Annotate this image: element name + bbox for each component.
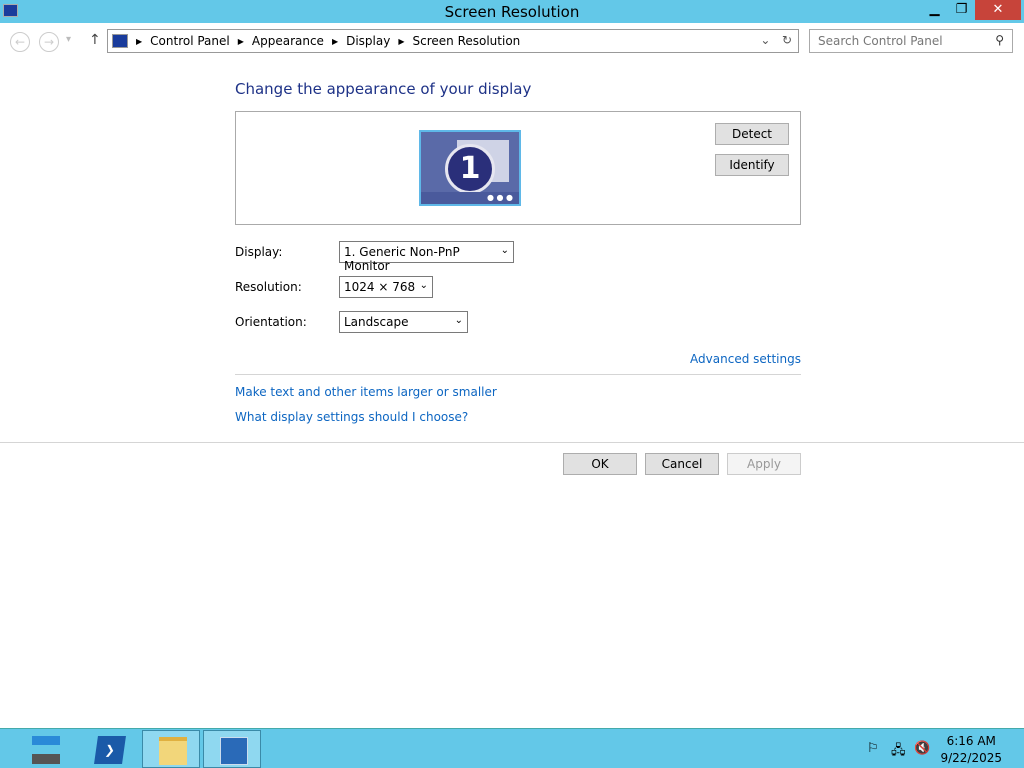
chevron-right-icon: ▶: [398, 36, 405, 46]
recent-locations-button[interactable]: ▾: [66, 34, 71, 45]
powershell-icon: ❯: [94, 736, 126, 764]
chevron-down-icon: ⌄: [500, 245, 509, 256]
chevron-down-icon: ⌄: [454, 315, 463, 326]
control-panel-icon: [220, 737, 248, 765]
identify-button[interactable]: Identify: [715, 154, 789, 176]
breadcrumb-screen-resolution[interactable]: Screen Resolution: [413, 34, 521, 48]
search-icon[interactable]: ⚲: [995, 33, 1004, 47]
divider: [235, 374, 801, 375]
control-panel-taskbar-button[interactable]: [203, 730, 261, 768]
clock[interactable]: 6:16 AM 9/22/2025: [940, 733, 1002, 767]
apply-button[interactable]: Apply: [727, 453, 801, 475]
cancel-button[interactable]: Cancel: [645, 453, 719, 475]
search-placeholder: Search Control Panel: [818, 34, 943, 48]
breadcrumb-display[interactable]: Display: [346, 34, 390, 48]
title-bar: Screen Resolution ▁ ❐ ✕: [0, 0, 1024, 23]
display-preview: 1 ● ● ● Detect Identify: [235, 111, 801, 225]
control-panel-icon: [112, 34, 128, 48]
navigation-bar: ← → ▾ ↑ ▶ Control Panel ▶ Appearance ▶ D…: [0, 28, 1024, 54]
orientation-select[interactable]: Landscape ⌄: [339, 311, 468, 333]
resolution-label: Resolution:: [235, 280, 302, 294]
file-explorer-button[interactable]: [142, 730, 200, 768]
address-dropdown-icon[interactable]: ⌄: [760, 33, 770, 47]
powershell-button[interactable]: ❯: [80, 730, 138, 768]
monitor-1-icon[interactable]: 1 ● ● ●: [419, 130, 521, 206]
server-manager-icon: [32, 736, 60, 764]
date: 9/22/2025: [940, 751, 1002, 765]
resolution-value: 1024 × 768: [344, 280, 416, 294]
restore-button[interactable]: ❐: [948, 0, 975, 20]
forward-button[interactable]: →: [39, 32, 59, 52]
chevron-right-icon: ▶: [136, 36, 143, 46]
chevron-right-icon: ▶: [331, 36, 339, 46]
orientation-value: Landscape: [344, 315, 409, 329]
back-button[interactable]: ←: [10, 32, 30, 52]
window-title: Screen Resolution: [444, 3, 580, 21]
display-label: Display:: [235, 245, 283, 259]
divider: [0, 442, 1024, 443]
time: 6:16 AM: [946, 734, 996, 748]
up-button[interactable]: ↑: [89, 32, 101, 48]
search-input[interactable]: Search Control Panel ⚲: [809, 29, 1013, 53]
page-title: Change the appearance of your display: [235, 80, 532, 98]
folder-icon: [159, 737, 187, 765]
volume-muted-icon[interactable]: 🔇: [914, 741, 930, 756]
address-bar[interactable]: ▶ Control Panel ▶ Appearance ▶ Display ▶…: [107, 29, 799, 53]
chevron-right-icon: ▶: [237, 36, 244, 46]
detect-button[interactable]: Detect: [715, 123, 789, 145]
monitor-number: 1: [445, 144, 495, 194]
chevron-down-icon: ⌄: [419, 280, 428, 291]
advanced-settings-link[interactable]: Advanced settings: [690, 352, 801, 366]
display-select[interactable]: 1. Generic Non-PnP Monitor ⌄: [339, 241, 514, 273]
resolution-select[interactable]: 1024 × 768 ⌄: [339, 276, 433, 298]
display-value: 1. Generic Non-PnP Monitor: [344, 245, 460, 273]
breadcrumb-control-panel[interactable]: Control Panel: [150, 34, 230, 48]
refresh-icon[interactable]: ↻: [782, 33, 792, 47]
orientation-label: Orientation:: [235, 315, 307, 329]
taskbar: ❯ ⚐ 🖧 🔇 6:16 AM 9/22/2025: [0, 728, 1024, 768]
text-size-link[interactable]: Make text and other items larger or smal…: [235, 385, 497, 399]
close-button[interactable]: ✕: [975, 0, 1021, 20]
server-manager-button[interactable]: [16, 730, 74, 768]
breadcrumb-appearance[interactable]: Appearance: [252, 34, 324, 48]
display-settings-help-link[interactable]: What display settings should I choose?: [235, 410, 468, 424]
flag-icon[interactable]: ⚐: [867, 741, 879, 756]
ok-button[interactable]: OK: [563, 453, 637, 475]
minimize-button[interactable]: ▁: [921, 0, 948, 20]
network-icon[interactable]: 🖧: [891, 741, 906, 763]
